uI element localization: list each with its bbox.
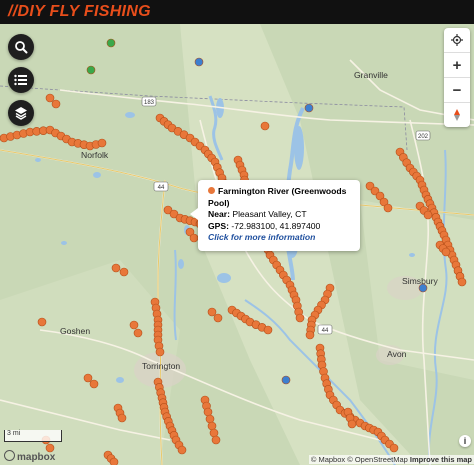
fishing-spot-marker[interactable] (389, 443, 399, 453)
fishing-spot-marker[interactable] (155, 347, 165, 357)
map-scale: 3 mi (4, 430, 62, 442)
fishing-spot-marker[interactable] (133, 328, 143, 338)
fishing-spot-marker[interactable] (189, 233, 199, 243)
fishing-spot-marker[interactable] (260, 121, 270, 131)
fishing-spot-marker[interactable] (441, 247, 451, 257)
route-label: 44 (322, 328, 329, 334)
layers-icon (15, 107, 27, 120)
town-label-avon: Avon (387, 349, 407, 359)
town-label-simsbury: Simsbury (402, 276, 439, 286)
attribution-osm-link[interactable]: © OpenStreetMap (347, 455, 408, 464)
town-label-torrington: Torrington (142, 361, 180, 371)
fishing-spot-marker[interactable] (423, 210, 433, 220)
fishing-spot-marker[interactable] (37, 317, 47, 327)
fishing-spot-marker[interactable] (106, 38, 116, 48)
popup-pointer (190, 208, 198, 220)
app-title: //DIY FLY FISHING (8, 3, 151, 20)
popup-near-value: Pleasant Valley, CT (232, 209, 307, 219)
spot-popup[interactable]: Farmington River (Greenwoods Pool) Near:… (190, 180, 360, 251)
mapbox-logo-text: mapbox (17, 452, 56, 463)
fishing-spot-marker[interactable] (383, 203, 393, 213)
compass-icon (454, 109, 460, 121)
town-label-granville: Granville (354, 70, 388, 80)
route-label: 44 (158, 185, 165, 191)
fishing-spot-marker[interactable] (109, 457, 119, 465)
spot-dot-icon (208, 187, 215, 194)
fishing-spot-marker[interactable] (304, 103, 314, 113)
map-controls: + − (444, 28, 470, 127)
fishing-spot-marker[interactable] (117, 413, 127, 423)
fishing-spot-marker[interactable] (305, 330, 315, 340)
attribution-mapbox-link[interactable]: © Mapbox (311, 455, 345, 464)
list-button[interactable] (8, 67, 34, 93)
search-button[interactable] (8, 34, 34, 60)
layers-button[interactable] (8, 100, 34, 126)
zoom-out-button[interactable]: − (444, 78, 470, 103)
fishing-spot-marker[interactable] (418, 283, 428, 293)
route-label: 202 (418, 134, 429, 140)
popup-near-label: Near: (208, 209, 230, 219)
zoom-in-button[interactable]: + (444, 53, 470, 78)
list-icon (14, 74, 27, 86)
map-attribution: © Mapbox © OpenStreetMap Improve this ma… (308, 455, 474, 464)
fishing-spot-marker[interactable] (213, 313, 223, 323)
fishing-spot-marker[interactable] (295, 313, 305, 323)
fishing-spot-marker[interactable] (194, 57, 204, 67)
fishing-spot-marker[interactable] (119, 267, 129, 277)
fishing-spot-marker[interactable] (211, 435, 221, 445)
popup-spot-name: Farmington River (Greenwoods Pool) (208, 186, 347, 208)
fishing-spot-marker[interactable] (45, 93, 55, 103)
fishing-spot-marker[interactable] (51, 99, 61, 109)
app-header: //DIY FLY FISHING (0, 0, 474, 24)
fishing-spot-marker[interactable] (347, 419, 357, 429)
popup-more-info-link[interactable]: Click for more information (208, 232, 352, 244)
popup-gps-value: -72.983100, 41.897400 (231, 220, 321, 231)
fishing-spot-marker[interactable] (207, 307, 217, 317)
fishing-spot-marker[interactable] (263, 325, 273, 335)
fishing-spot-marker[interactable] (83, 373, 93, 383)
mapbox-logo-icon (4, 450, 15, 461)
popup-gps-label: GPS: (208, 220, 230, 231)
compass-button[interactable] (444, 103, 470, 127)
fishing-spot-marker[interactable] (177, 445, 187, 455)
town-label-goshen: Goshen (60, 326, 90, 336)
search-icon (15, 41, 28, 54)
fishing-spot-marker[interactable] (129, 320, 139, 330)
fishing-spot-marker[interactable] (281, 375, 291, 385)
fishing-spot-marker[interactable] (97, 138, 107, 148)
fishing-spot-marker[interactable] (457, 277, 467, 287)
town-label-norfolk: Norfolk (81, 150, 109, 160)
fishing-spot-marker[interactable] (111, 263, 121, 273)
route-label: 183 (144, 100, 155, 106)
attribution-improve-link[interactable]: Improve this map (410, 455, 472, 464)
locate-button[interactable] (444, 28, 470, 53)
info-icon[interactable]: i (459, 435, 471, 447)
mapbox-logo: mapbox (4, 450, 55, 463)
locate-icon (451, 34, 463, 46)
fishing-spot-marker[interactable] (89, 379, 99, 389)
fishing-spot-marker[interactable] (86, 65, 96, 75)
